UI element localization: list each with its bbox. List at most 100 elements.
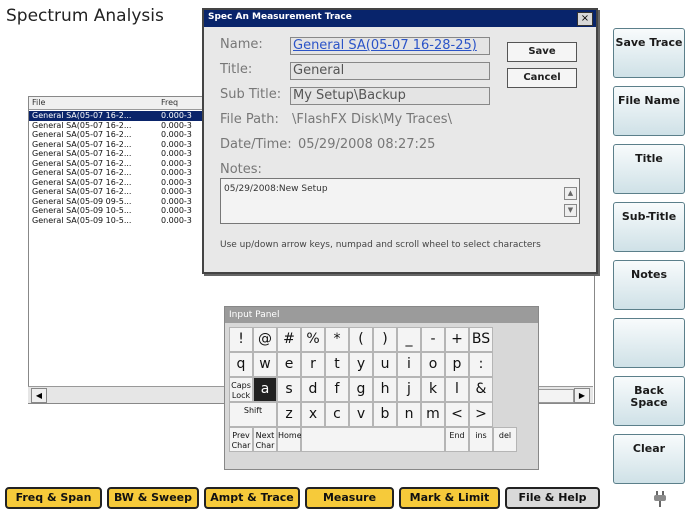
key-k[interactable]: k <box>421 377 445 402</box>
key-symbol[interactable]: > <box>469 402 493 427</box>
key-prev-char[interactable]: Prev Char <box>229 427 253 452</box>
key-symbol[interactable]: & <box>469 377 493 402</box>
key-z[interactable]: z <box>277 402 301 427</box>
tab-ampt-trace[interactable]: Ampt & Trace <box>204 487 300 509</box>
dialog-title-bar: Spec An Measurement Trace × <box>204 10 596 27</box>
tab-freq-span[interactable]: Freq & Span <box>5 487 102 509</box>
key-symbol[interactable]: # <box>277 327 301 352</box>
key-y[interactable]: y <box>349 352 373 377</box>
key-symbol[interactable]: % <box>301 327 325 352</box>
cancel-button[interactable]: Cancel <box>507 68 577 88</box>
key-bs[interactable]: BS <box>469 327 493 352</box>
file-name-cell: General SA(05-07 16-2... <box>32 130 132 139</box>
softkey-back-space[interactable]: Back Space <box>613 376 685 426</box>
file-name-cell: General SA(05-07 16-2... <box>32 158 132 168</box>
key-g[interactable]: g <box>349 377 373 402</box>
key-j[interactable]: j <box>397 377 421 402</box>
key-ins[interactable]: ins <box>469 427 493 452</box>
key-p[interactable]: p <box>445 352 469 377</box>
close-icon[interactable]: × <box>577 12 593 26</box>
key-symbol[interactable]: @ <box>253 327 277 352</box>
softkey-title[interactable]: Title <box>613 144 685 194</box>
arrow-right-icon[interactable]: ▶ <box>574 388 590 403</box>
dialog-hint: Use up/down arrow keys, numpad and scrol… <box>220 240 541 250</box>
tab-measure[interactable]: Measure <box>305 487 394 509</box>
subtitle-field[interactable]: My Setup\Backup <box>290 87 490 105</box>
arrow-up-icon[interactable]: ▲ <box>564 187 577 200</box>
notes-label: Notes: <box>220 162 262 177</box>
file-freq-cell: 0.000-3 <box>161 149 192 158</box>
scroll-thumb[interactable] <box>536 389 574 403</box>
softkey-sub-title[interactable]: Sub-Title <box>613 202 685 252</box>
key-end[interactable]: End <box>445 427 469 452</box>
title-field[interactable]: General <box>290 62 490 80</box>
key-h[interactable]: h <box>373 377 397 402</box>
key-symbol[interactable]: ) <box>373 327 397 352</box>
file-freq-cell: 0.000-3 <box>161 206 192 215</box>
file-freq-cell: 0.000-3 <box>161 158 192 168</box>
notes-textarea[interactable]: 05/29/2008:New Setup ▲ ▼ <box>220 178 580 224</box>
key-f[interactable]: f <box>325 377 349 402</box>
key-n[interactable]: n <box>397 402 421 427</box>
key-symbol[interactable]: : <box>469 352 493 377</box>
key-home[interactable]: Home <box>277 427 302 452</box>
column-header-freq[interactable]: Freq <box>161 98 178 107</box>
key-b[interactable]: b <box>373 402 397 427</box>
file-name-cell: General SA(05-07 16-2... <box>32 111 132 120</box>
key-caps-lock[interactable]: Caps Lock <box>229 377 253 402</box>
column-header-file[interactable]: File <box>32 98 45 107</box>
key-space[interactable] <box>301 427 445 452</box>
key-q[interactable]: q <box>229 352 253 377</box>
tab-bw-sweep[interactable]: BW & Sweep <box>107 487 199 509</box>
softkey-save-trace[interactable]: Save Trace <box>613 28 685 78</box>
softkey-notes[interactable]: Notes <box>613 260 685 310</box>
key-shift[interactable]: Shift <box>229 402 277 427</box>
file-freq-cell: 0.000-3 <box>161 120 192 130</box>
file-freq-cell: 0.000-3 <box>161 130 192 139</box>
arrow-down-icon[interactable]: ▼ <box>564 204 577 217</box>
key-symbol[interactable]: ! <box>229 327 253 352</box>
measurement-trace-dialog: Spec An Measurement Trace × Name: Genera… <box>202 8 598 274</box>
tab-file-help[interactable]: File & Help <box>505 487 600 509</box>
key-a[interactable]: a <box>253 377 277 402</box>
key-x[interactable]: x <box>301 402 325 427</box>
key-i[interactable]: i <box>397 352 421 377</box>
key-d[interactable]: d <box>301 377 325 402</box>
key-symbol[interactable]: ( <box>349 327 373 352</box>
key-m[interactable]: m <box>421 402 445 427</box>
file-name-cell: General SA(05-07 16-2... <box>32 187 132 196</box>
key-s[interactable]: s <box>277 377 301 402</box>
key-symbol[interactable]: _ <box>397 327 421 352</box>
key-symbol[interactable]: + <box>445 327 469 352</box>
key-o[interactable]: o <box>421 352 445 377</box>
softkey-file-name[interactable]: File Name <box>613 86 685 136</box>
file-name-cell: General SA(05-09 10-5... <box>32 206 132 215</box>
file-freq-cell: 0.000-3 <box>161 187 192 196</box>
softkey-clear[interactable]: Clear <box>613 434 685 484</box>
file-freq-cell: 0.000-3 <box>161 139 192 149</box>
key-c[interactable]: c <box>325 402 349 427</box>
softkey-blank[interactable] <box>613 318 685 368</box>
key-e[interactable]: e <box>277 352 301 377</box>
key-u[interactable]: u <box>373 352 397 377</box>
key-symbol[interactable]: < <box>445 402 469 427</box>
tab-mark-limit[interactable]: Mark & Limit <box>399 487 500 509</box>
file-name-cell: General SA(05-07 16-2... <box>32 149 132 158</box>
file-name-cell: General SA(05-09 09-5... <box>32 196 132 206</box>
key-symbol[interactable]: - <box>421 327 445 352</box>
key-del[interactable]: del <box>493 427 517 452</box>
key-t[interactable]: t <box>325 352 349 377</box>
file-freq-cell: 0.000-3 <box>161 168 192 177</box>
notes-text: 05/29/2008:New Setup <box>224 184 328 194</box>
key-r[interactable]: r <box>301 352 325 377</box>
arrow-left-icon[interactable]: ◀ <box>31 388 47 403</box>
name-field[interactable]: General SA(05-07 16-28-25) <box>290 37 490 55</box>
key-w[interactable]: w <box>253 352 277 377</box>
input-panel-title: Input Panel <box>225 307 538 323</box>
key-v[interactable]: v <box>349 402 373 427</box>
key-l[interactable]: l <box>445 377 469 402</box>
subtitle-label: Sub Title: <box>220 87 282 102</box>
key-symbol[interactable]: * <box>325 327 349 352</box>
save-button[interactable]: Save <box>507 42 577 62</box>
key-next-char[interactable]: Next Char <box>253 427 277 452</box>
